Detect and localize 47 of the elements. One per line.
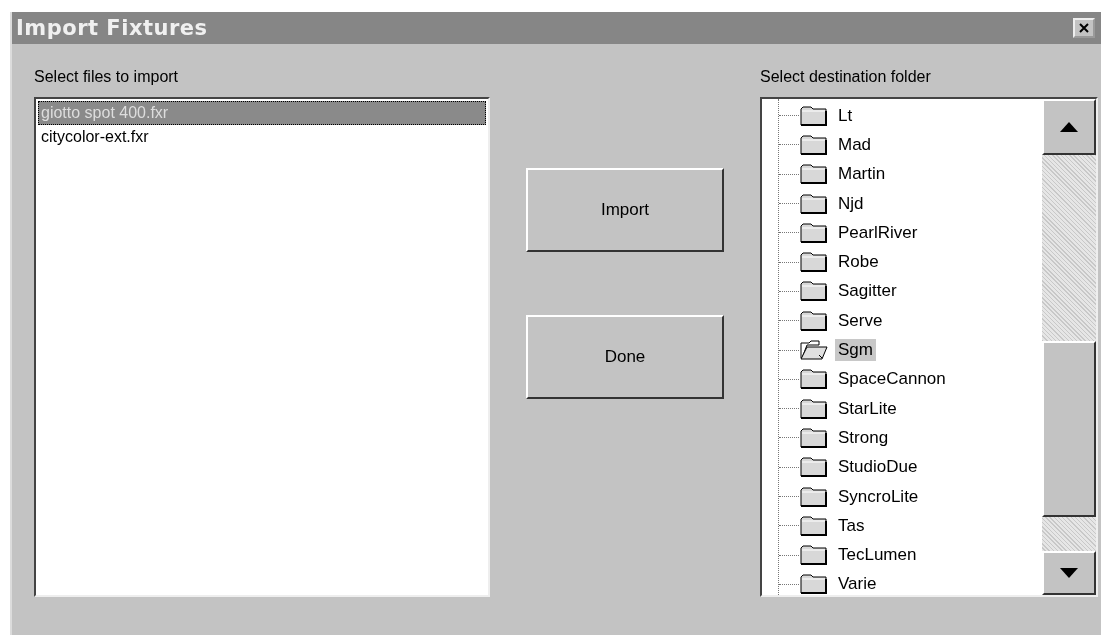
down-arrow-icon (1060, 568, 1078, 578)
folder-icon (799, 544, 829, 567)
folder-item[interactable]: Strong (835, 426, 892, 449)
folder-item[interactable]: Serve (835, 309, 886, 332)
folder-item[interactable]: SpaceCannon (835, 368, 949, 391)
folder-icon (799, 485, 829, 508)
up-arrow-icon (1060, 122, 1078, 132)
folder-icon (799, 309, 829, 332)
scroll-down-button[interactable] (1042, 551, 1096, 595)
folder-icon (799, 397, 829, 420)
folder-icon (799, 104, 829, 127)
folder-item[interactable]: Martin (835, 163, 889, 186)
folder-icon (799, 426, 829, 449)
folder-item[interactable]: Lt (835, 104, 856, 127)
folder-item[interactable]: StarLite (835, 397, 900, 420)
folder-icon (799, 221, 829, 244)
folder-icon (799, 368, 829, 391)
action-button[interactable]: Import (526, 168, 724, 252)
close-button[interactable] (1073, 18, 1095, 38)
folder-item[interactable]: Mad (835, 133, 875, 156)
scrollbar[interactable] (1042, 99, 1096, 595)
folder-item[interactable]: Varie (835, 573, 880, 595)
scroll-thumb[interactable] (1042, 341, 1096, 517)
folder-item[interactable]: PearlRiver (835, 221, 921, 244)
action-button[interactable]: Done (526, 315, 724, 399)
folder-item[interactable]: Tas (835, 514, 868, 537)
file-item[interactable]: citycolor-ext.fxr (38, 125, 486, 149)
folder-icon (799, 456, 829, 479)
scroll-up-button[interactable] (1042, 99, 1096, 155)
files-label: Select files to import (34, 68, 180, 87)
folder-item[interactable]: StudioDue (835, 456, 921, 479)
folder-item[interactable]: SyncroLite (835, 485, 922, 508)
folder-label: Select destination folder (760, 68, 932, 87)
folder-item[interactable]: Njd (835, 192, 867, 215)
folder-item[interactable]: Robe (835, 251, 882, 274)
close-icon (1079, 23, 1089, 33)
folder-icon (799, 192, 829, 215)
folder-item[interactable]: Sagitter (835, 280, 900, 303)
folder-icon (799, 280, 829, 303)
folder-icon (799, 133, 829, 156)
folder-item[interactable]: TecLumen (835, 544, 920, 567)
folder-icon (799, 251, 829, 274)
folder-item[interactable]: Sgm (835, 339, 876, 361)
window-title: Import Fixtures (16, 16, 208, 40)
open-folder-icon (799, 339, 829, 361)
folder-icon (799, 514, 829, 537)
folder-icon (799, 163, 829, 186)
